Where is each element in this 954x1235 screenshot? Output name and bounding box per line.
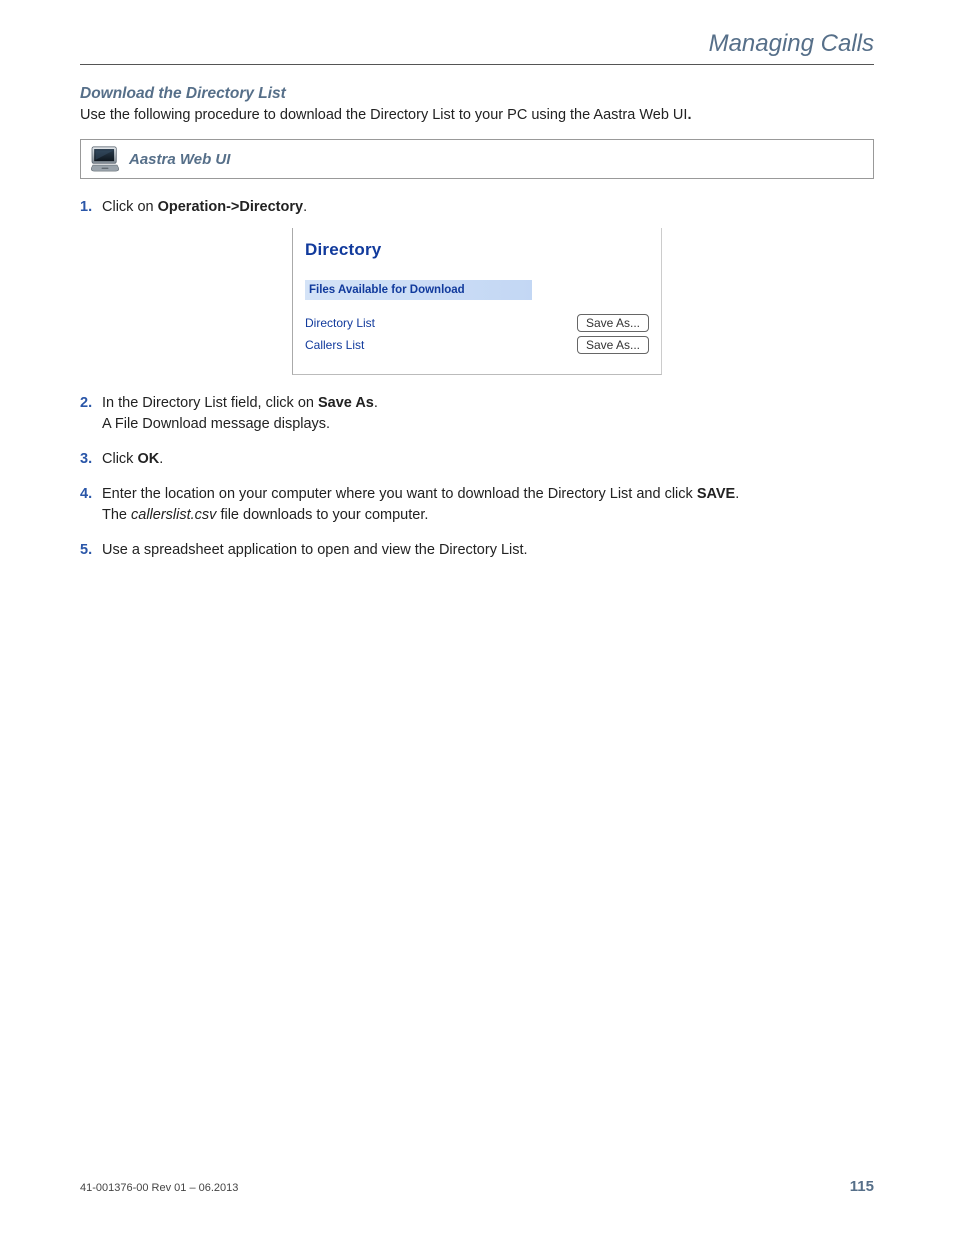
step-5-text: Use a spreadsheet application to open an… (102, 542, 528, 558)
step-3-bold: OK (137, 451, 159, 467)
intro-period: . (687, 107, 691, 123)
step-1-bold: Operation->Directory (158, 199, 303, 215)
page-footer: 41-001376-00 Rev 01 – 06.2013 115 (80, 1178, 874, 1195)
section-intro: Use the following procedure to download … (80, 107, 874, 123)
screenshot-row-callers: Callers List Save As... (305, 336, 649, 354)
procedure-steps: Click on Operation->Directory. Directory… (80, 197, 874, 561)
step-1: Click on Operation->Directory. Directory… (80, 197, 874, 375)
intro-text: Use the following procedure to download … (80, 107, 687, 123)
step-3: Click OK. (80, 449, 874, 470)
step-1-pre: Click on (102, 199, 158, 215)
callout-label: Aastra Web UI (129, 151, 230, 168)
step-2-pre: In the Directory List field, click on (102, 395, 318, 411)
chapter-title: Managing Calls (80, 30, 874, 58)
step-2-line2: A File Download message displays. (102, 416, 330, 432)
step-2-bold: Save As (318, 395, 374, 411)
step-1-post: . (303, 199, 307, 215)
footer-page-number: 115 (850, 1178, 874, 1195)
save-as-callers-button[interactable]: Save As... (577, 336, 649, 354)
footer-docid: 41-001376-00 Rev 01 – 06.2013 (80, 1182, 238, 1194)
section-title: Download the Directory List (80, 85, 874, 103)
step-4-post: . (735, 486, 739, 502)
computer-icon (91, 146, 119, 172)
step-3-pre: Click (102, 451, 137, 467)
callout-box: Aastra Web UI (80, 139, 874, 179)
step-3-post: . (159, 451, 163, 467)
step-4-pre: Enter the location on your computer wher… (102, 486, 697, 502)
screenshot-row-directory: Directory List Save As... (305, 314, 649, 332)
step-4: Enter the location on your computer wher… (80, 484, 874, 526)
step-4-filename: callerslist.csv (131, 507, 216, 523)
header-rule (80, 64, 874, 65)
screenshot-callers-label: Callers List (305, 337, 364, 354)
screenshot-directory-label: Directory List (305, 315, 375, 332)
screenshot-panel: Directory Files Available for Download D… (292, 228, 662, 375)
step-2: In the Directory List field, click on Sa… (80, 393, 874, 435)
step-4-line2b: file downloads to your computer. (216, 507, 428, 523)
step-4-bold: SAVE (697, 486, 735, 502)
step-5: Use a spreadsheet application to open an… (80, 540, 874, 561)
screenshot-subheading: Files Available for Download (305, 280, 532, 301)
screenshot-heading: Directory (305, 238, 649, 263)
save-as-directory-button[interactable]: Save As... (577, 314, 649, 332)
step-4-line2a: The (102, 507, 131, 523)
step-2-post: . (374, 395, 378, 411)
